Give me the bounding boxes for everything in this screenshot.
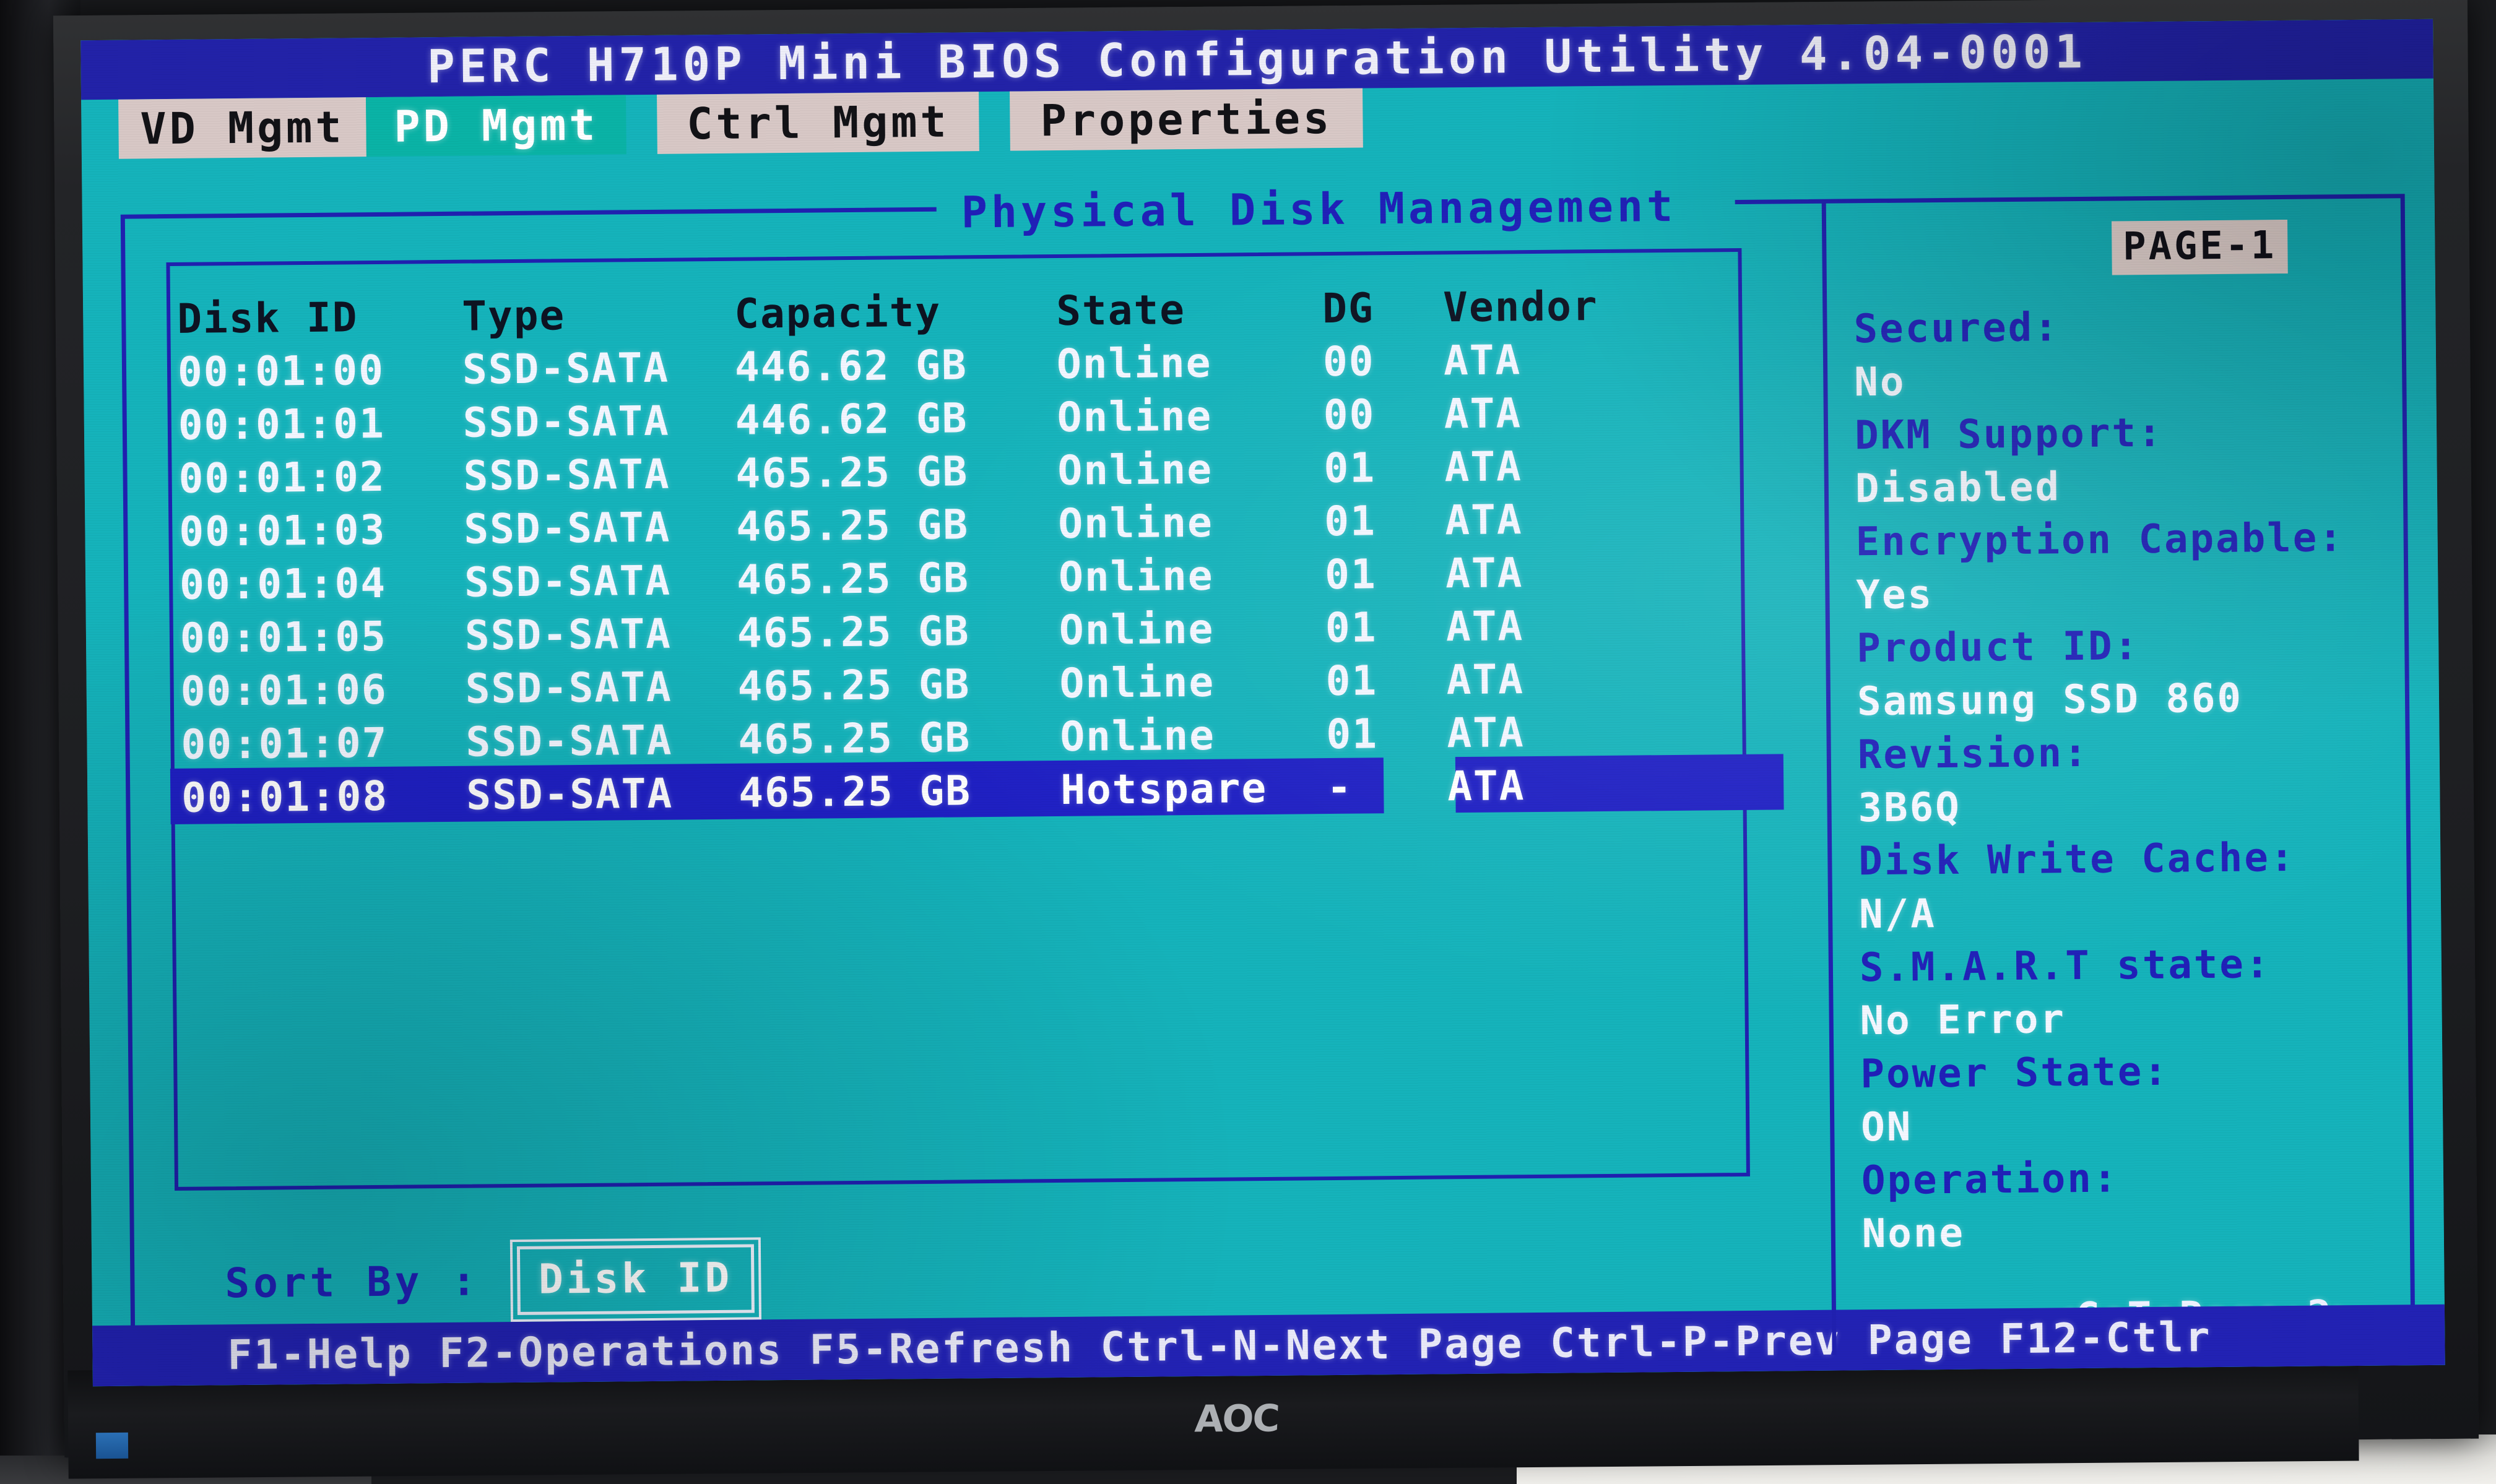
cell-vendor: ATA <box>1446 655 1525 704</box>
column-header-capacity: Capacity <box>734 288 942 338</box>
detail-label: Secured: <box>1853 304 2060 353</box>
column-header-disk-id: Disk ID <box>176 293 358 343</box>
disk-table: Disk ID Type Capacity State DG Vendor 00… <box>170 278 1784 825</box>
cell-disk-id: 00:01:05 <box>180 612 388 662</box>
cell-dg: 01 <box>1324 550 1377 598</box>
cell-type: SSD-SATA <box>462 343 670 394</box>
detail-value: ON <box>1860 1104 1913 1151</box>
cell-state: Online <box>1056 339 1212 388</box>
cell-disk-id: 00:01:04 <box>179 559 387 609</box>
cell-dg: 01 <box>1324 496 1377 545</box>
cell-state: Online <box>1059 658 1215 707</box>
cell-vendor: ATA <box>1444 442 1523 491</box>
cell-type: SSD-SATA <box>463 450 670 500</box>
column-header-type: Type <box>461 291 566 340</box>
cell-capacity: 465.25 GB <box>738 713 971 764</box>
cell-capacity: 446.62 GB <box>734 340 968 391</box>
cell-type: SSD-SATA <box>466 716 673 766</box>
column-header-dg: DG <box>1322 283 1375 332</box>
sort-by-control[interactable]: Sort By : Disk ID <box>225 1244 755 1318</box>
detail-label: Power State: <box>1860 1048 2170 1098</box>
footer-key-hints: F1-Help F2-Operations F5-Refresh Ctrl-N-… <box>227 1313 2212 1379</box>
cell-disk-id: 00:01:00 <box>177 346 385 396</box>
detail-value: 3B6Q <box>1858 784 1962 832</box>
cell-dg: 01 <box>1325 656 1378 705</box>
detail-label: Disk Write Cache: <box>1858 834 2296 885</box>
cell-state: Online <box>1057 392 1213 441</box>
page-badge: PAGE-1 <box>2111 219 2288 275</box>
column-header-state: State <box>1055 285 1186 335</box>
cell-vendor: ATA <box>1447 708 1525 757</box>
cell-type: SSD-SATA <box>464 610 672 660</box>
cell-state: Online <box>1058 551 1214 601</box>
cell-state: Online <box>1060 711 1216 761</box>
cell-type: SSD-SATA <box>466 769 674 819</box>
detail-label: Encryption Capable: <box>1855 515 2345 566</box>
detail-value: Disabled <box>1855 464 2061 512</box>
cell-dg: 00 <box>1323 390 1376 439</box>
cell-dg: 01 <box>1324 443 1376 492</box>
monitor-screen: PERC H710P Mini BIOS Configuration Utili… <box>80 19 2445 1387</box>
sort-by-label: Sort By : <box>225 1257 480 1308</box>
cell-dg: 00 <box>1322 337 1375 386</box>
detail-label: Product ID: <box>1856 623 2140 672</box>
cell-vendor: ATA <box>1445 548 1523 597</box>
cell-vendor: ATA <box>1447 761 1525 810</box>
cell-capacity: 465.25 GB <box>737 606 970 657</box>
detail-value: N/A <box>1858 891 1937 938</box>
cell-vendor: ATA <box>1444 495 1523 544</box>
detail-label: DKM Support: <box>1854 410 2164 459</box>
tab-vd-mgmt[interactable]: VD Mgmt <box>118 97 366 159</box>
tab-properties[interactable]: Properties <box>1010 88 1363 151</box>
cell-state: Online <box>1057 445 1213 494</box>
detail-value: Samsung SSD 860 <box>1857 675 2243 725</box>
cell-type: SSD-SATA <box>462 397 670 447</box>
cell-disk-id: 00:01:08 <box>181 772 389 822</box>
detail-value: Yes <box>1856 572 1934 619</box>
cell-disk-id: 00:01:07 <box>181 718 388 769</box>
tab-pd-mgmt[interactable]: PD Mgmt <box>366 95 626 157</box>
monitor-brand-logo: AOC <box>1194 1397 1280 1441</box>
detail-label: S.M.A.R.T state: <box>1859 941 2271 991</box>
cell-disk-id: 00:01:01 <box>178 399 386 449</box>
cell-dg: 01 <box>1326 709 1379 758</box>
column-header-vendor: Vendor <box>1442 282 1598 331</box>
cell-capacity: 465.25 GB <box>736 500 969 551</box>
cell-disk-id: 00:01:06 <box>180 665 388 715</box>
cell-capacity: 465.25 GB <box>735 447 969 498</box>
sort-by-value-box[interactable]: Disk ID <box>516 1244 755 1315</box>
cell-capacity: 465.25 GB <box>737 660 971 710</box>
cell-dg: - <box>1326 763 1353 811</box>
sort-by-value: Disk ID <box>538 1253 733 1303</box>
cell-vendor: ATA <box>1443 335 1522 384</box>
monitor-power-led-icon <box>95 1432 129 1459</box>
detail-value: No Error <box>1860 996 2066 1045</box>
detail-value: None <box>1861 1210 1965 1258</box>
cell-state: Hotspare <box>1060 764 1268 814</box>
photograph-of-monitor: AOC PERC H710P Mini BIOS Configuration U… <box>0 0 2496 1484</box>
bios-configuration-utility: PERC H710P Mini BIOS Configuration Utili… <box>80 19 2445 1387</box>
cell-disk-id: 00:01:02 <box>178 452 386 503</box>
cell-type: SSD-SATA <box>464 503 671 553</box>
cell-disk-id: 00:01:03 <box>179 506 386 556</box>
cell-capacity: 465.25 GB <box>736 553 970 604</box>
cell-type: SSD-SATA <box>464 556 672 606</box>
detail-value: No <box>1854 359 1906 406</box>
cell-vendor: ATA <box>1444 389 1522 438</box>
cell-capacity: 446.62 GB <box>735 394 968 444</box>
cell-state: Online <box>1058 498 1214 548</box>
cell-capacity: 465.25 GB <box>738 766 972 817</box>
cell-state: Online <box>1059 605 1215 654</box>
cell-vendor: ATA <box>1445 602 1524 650</box>
detail-field-list: Secured: No DKM Support: Disabled Encryption… <box>1853 296 2445 1261</box>
detail-label: Revision: <box>1857 730 2089 779</box>
panel-legend: Physical Disk Management <box>961 180 1677 238</box>
cell-type: SSD-SATA <box>465 663 672 713</box>
detail-label: Operation: <box>1861 1155 2119 1204</box>
tab-ctrl-mgmt[interactable]: Ctrl Mgmt <box>657 92 979 154</box>
cell-dg: 01 <box>1325 603 1377 652</box>
